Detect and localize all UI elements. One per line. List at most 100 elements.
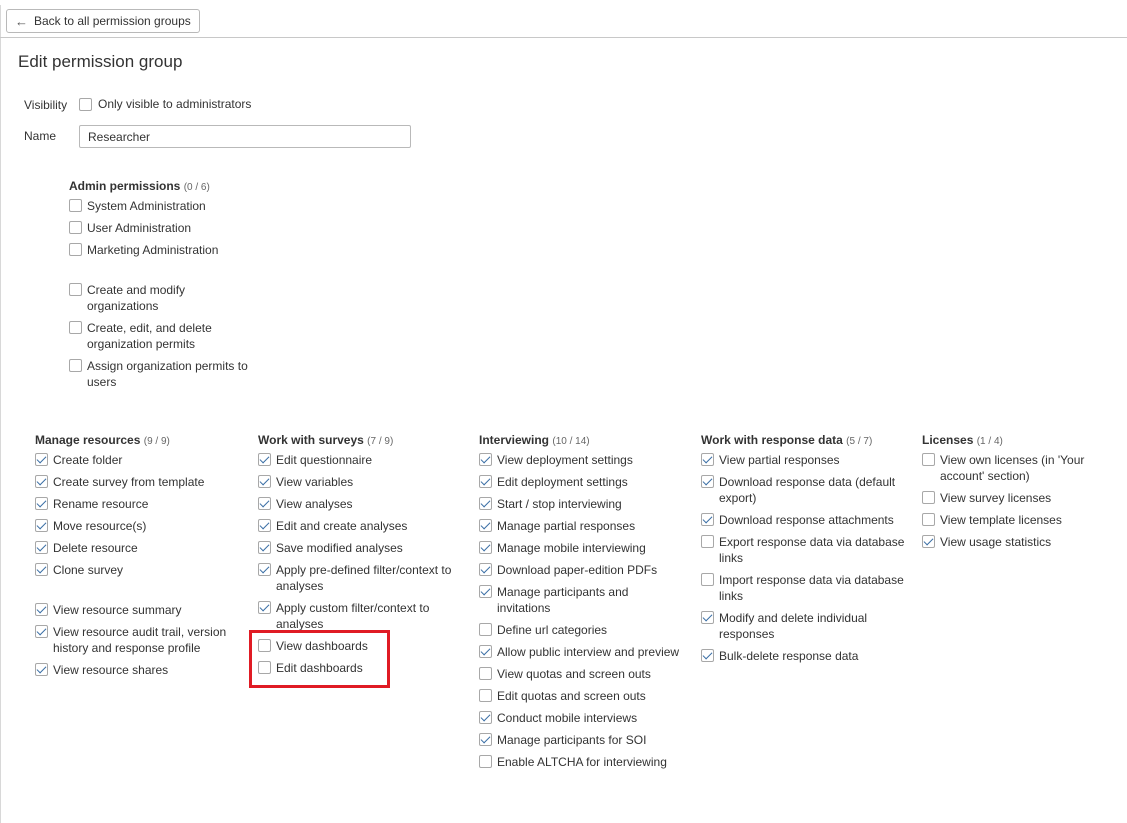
checkbox-checked[interactable] xyxy=(35,497,48,510)
checkbox-checked[interactable] xyxy=(35,603,48,616)
checkbox-checked[interactable] xyxy=(479,645,492,658)
checkbox-checked[interactable] xyxy=(701,475,714,488)
permission-item[interactable]: Import response data via database links xyxy=(701,572,906,604)
permission-item[interactable]: Manage partial responses xyxy=(479,518,684,534)
permission-item[interactable]: Manage participants for SOI xyxy=(479,732,684,748)
permission-item[interactable]: Download paper-edition PDFs xyxy=(479,562,684,578)
permission-item[interactable]: Edit deployment settings xyxy=(479,474,684,490)
checkbox-unchecked[interactable] xyxy=(69,283,82,296)
checkbox-checked[interactable] xyxy=(479,497,492,510)
checkbox-checked[interactable] xyxy=(922,535,935,548)
permission-item[interactable]: Define url categories xyxy=(479,622,684,638)
permission-item[interactable]: Modify and delete individual responses xyxy=(701,610,906,642)
permission-item[interactable]: View survey licenses xyxy=(922,490,1127,506)
checkbox-checked[interactable] xyxy=(701,649,714,662)
permission-item[interactable]: View usage statistics xyxy=(922,534,1127,550)
permission-item[interactable]: Move resource(s) xyxy=(35,518,240,534)
checkbox-checked[interactable] xyxy=(479,563,492,576)
checkbox-checked[interactable] xyxy=(258,541,271,554)
permission-item[interactable]: User Administration xyxy=(69,220,259,236)
permission-item[interactable]: Manage participants and invitations xyxy=(479,584,684,616)
permission-item[interactable]: Bulk-delete response data xyxy=(701,648,906,664)
checkbox-checked[interactable] xyxy=(479,585,492,598)
checkbox-checked[interactable] xyxy=(35,519,48,532)
checkbox-checked[interactable] xyxy=(35,563,48,576)
permission-item[interactable]: Download response data (default export) xyxy=(701,474,906,506)
checkbox-checked[interactable] xyxy=(479,519,492,532)
permission-item[interactable]: View partial responses xyxy=(701,452,906,468)
permission-item[interactable]: Manage mobile interviewing xyxy=(479,540,684,556)
permission-item[interactable]: View template licenses xyxy=(922,512,1127,528)
checkbox-checked[interactable] xyxy=(479,475,492,488)
checkbox-checked[interactable] xyxy=(258,519,271,532)
permission-item[interactable]: View deployment settings xyxy=(479,452,684,468)
checkbox-checked[interactable] xyxy=(258,601,271,614)
permission-item[interactable]: Create folder xyxy=(35,452,240,468)
checkbox-checked[interactable] xyxy=(479,733,492,746)
permission-item[interactable]: Delete resource xyxy=(35,540,240,556)
checkbox-checked[interactable] xyxy=(35,475,48,488)
permission-item[interactable]: System Administration xyxy=(69,198,259,214)
permission-item[interactable]: Apply custom filter/context to analyses xyxy=(258,600,463,632)
checkbox-unchecked[interactable] xyxy=(69,243,82,256)
checkbox-checked[interactable] xyxy=(701,513,714,526)
permission-label: Export response data via database links xyxy=(719,535,905,565)
permission-item[interactable]: View own licenses (in 'Your account' sec… xyxy=(922,452,1127,484)
checkbox-unchecked[interactable] xyxy=(69,199,82,212)
checkbox-checked[interactable] xyxy=(479,541,492,554)
permission-item[interactable]: View resource audit trail, version histo… xyxy=(35,624,240,656)
checkbox-unchecked[interactable] xyxy=(701,573,714,586)
permission-item[interactable]: Clone survey xyxy=(35,562,240,578)
permission-item[interactable]: Marketing Administration xyxy=(69,242,259,258)
checkbox-unchecked[interactable] xyxy=(479,623,492,636)
permission-item[interactable]: View resource shares xyxy=(35,662,240,678)
checkbox-unchecked[interactable] xyxy=(922,453,935,466)
checkbox-checked[interactable] xyxy=(258,475,271,488)
permission-item[interactable]: Create, edit, and delete organization pe… xyxy=(69,320,259,352)
permission-item[interactable]: Export response data via database links xyxy=(701,534,906,566)
checkbox-checked[interactable] xyxy=(258,497,271,510)
checkbox-checked[interactable] xyxy=(35,541,48,554)
permission-item[interactable]: Apply pre-defined filter/context to anal… xyxy=(258,562,463,594)
checkbox-unchecked[interactable] xyxy=(69,221,82,234)
checkbox-unchecked[interactable] xyxy=(922,491,935,504)
checkbox-checked[interactable] xyxy=(35,453,48,466)
permission-item[interactable]: View analyses xyxy=(258,496,463,512)
permission-item[interactable]: Enable ALTCHA for interviewing xyxy=(479,754,684,770)
permission-item[interactable]: Assign organization permits to users xyxy=(69,358,259,390)
permission-item[interactable]: View resource summary xyxy=(35,602,240,618)
name-input[interactable] xyxy=(79,125,411,148)
permission-item[interactable]: View quotas and screen outs xyxy=(479,666,684,682)
visibility-option[interactable]: Only visible to administrators xyxy=(79,97,251,111)
permission-item[interactable]: Conduct mobile interviews xyxy=(479,710,684,726)
checkbox-unchecked[interactable] xyxy=(479,689,492,702)
permission-item[interactable]: Edit and create analyses xyxy=(258,518,463,534)
permission-item[interactable]: Start / stop interviewing xyxy=(479,496,684,512)
checkbox-checked[interactable] xyxy=(258,563,271,576)
permission-item[interactable]: Edit quotas and screen outs xyxy=(479,688,684,704)
checkbox-checked[interactable] xyxy=(701,611,714,624)
checkbox-unchecked[interactable] xyxy=(701,535,714,548)
checkbox-checked[interactable] xyxy=(35,625,48,638)
visibility-checkbox[interactable] xyxy=(79,98,92,111)
checkbox-unchecked[interactable] xyxy=(69,321,82,334)
back-to-groups-button[interactable]: ← Back to all permission groups xyxy=(6,9,200,33)
permission-item[interactable]: Save modified analyses xyxy=(258,540,463,556)
checkbox-unchecked[interactable] xyxy=(69,359,82,372)
permission-item[interactable]: Create and modify organizations xyxy=(69,282,259,314)
checkbox-checked[interactable] xyxy=(701,453,714,466)
permission-item[interactable]: Rename resource xyxy=(35,496,240,512)
permission-item[interactable]: Create survey from template xyxy=(35,474,240,490)
checkbox-checked[interactable] xyxy=(35,663,48,676)
checkbox-checked[interactable] xyxy=(479,711,492,724)
checkbox-checked[interactable] xyxy=(479,453,492,466)
permission-item[interactable]: Edit questionnaire xyxy=(258,452,463,468)
permission-item[interactable]: View variables xyxy=(258,474,463,490)
permission-item[interactable]: Download response attachments xyxy=(701,512,906,528)
permission-item[interactable]: Allow public interview and preview xyxy=(479,644,684,660)
checkbox-unchecked[interactable] xyxy=(479,667,492,680)
checkbox-checked[interactable] xyxy=(258,453,271,466)
checkbox-unchecked[interactable] xyxy=(479,755,492,768)
checkbox-unchecked[interactable] xyxy=(922,513,935,526)
